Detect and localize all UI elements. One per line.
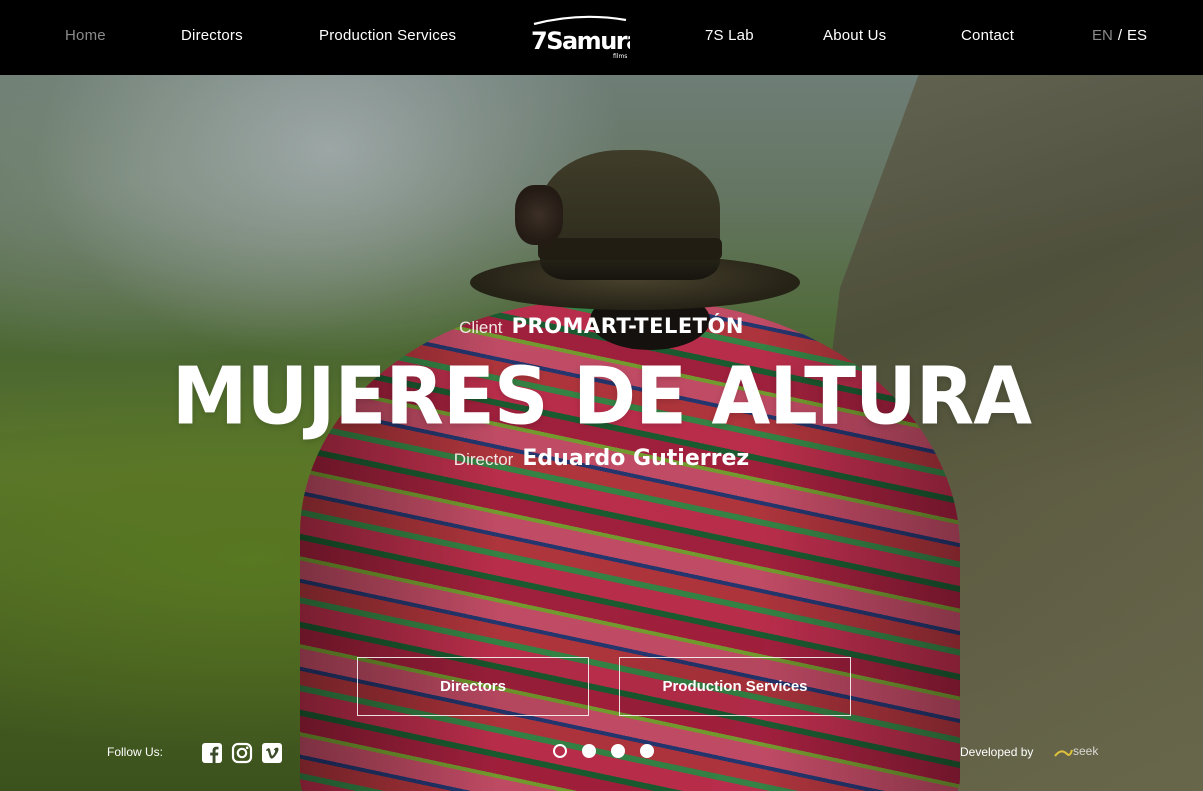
nav-7s-lab[interactable]: 7S Lab (705, 27, 754, 44)
slider-dot-1[interactable] (553, 744, 567, 758)
developed-by-label: Developed by (960, 745, 1034, 759)
svg-text:films: films (613, 53, 627, 60)
slider-dot-4[interactable] (640, 744, 654, 758)
nav-about-us[interactable]: About Us (823, 27, 886, 44)
facebook-icon[interactable] (201, 742, 223, 764)
nav-contact[interactable]: Contact (961, 27, 1014, 44)
client-line: Client PROMART-TELETÓN (0, 314, 1203, 338)
lang-en[interactable]: EN (1092, 27, 1113, 44)
follow-us-label: Follow Us: (107, 745, 164, 759)
nav-directors[interactable]: Directors (181, 27, 243, 44)
director-label: Director (453, 450, 514, 469)
seek-logo-text[interactable]: seek (1073, 744, 1098, 758)
language-switcher: EN / ES (1092, 27, 1148, 44)
nav-production-services[interactable]: Production Services (319, 27, 456, 44)
svg-text:7Samurai: 7Samurai (531, 27, 630, 55)
nav-home[interactable]: Home (65, 27, 106, 44)
slider-dot-3[interactable] (611, 744, 625, 758)
hero-title: MUJERES DE ALTURA (171, 348, 1032, 443)
client-label: Client (459, 318, 503, 337)
lang-es[interactable]: ES (1127, 27, 1147, 44)
client-name: PROMART-TELETÓN (511, 314, 744, 338)
production-services-button[interactable]: Production Services (619, 657, 851, 716)
directors-button[interactable]: Directors (357, 657, 589, 716)
vimeo-icon[interactable] (261, 742, 283, 764)
director-name: Eduardo Gutierrez (522, 446, 750, 471)
director-line: Director Eduardo Gutierrez (0, 446, 1203, 471)
slider-dot-2[interactable] (582, 744, 596, 758)
top-navbar: Home Directors Production Services 7Samu… (0, 0, 1203, 75)
instagram-icon[interactable] (231, 742, 253, 764)
7samurai-logo[interactable]: 7Samurai films (530, 14, 630, 60)
